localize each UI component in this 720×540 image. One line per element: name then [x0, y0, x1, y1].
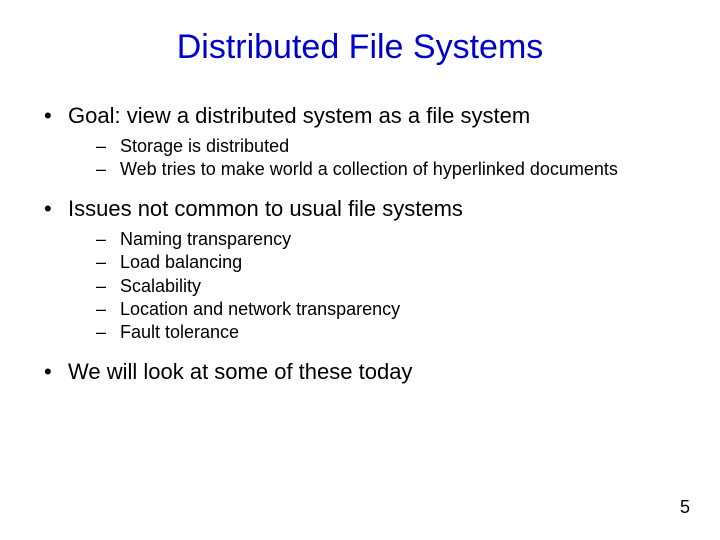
sub-bullet-item: Web tries to make world a collection of …: [96, 158, 690, 181]
sub-bullet-item: Storage is distributed: [96, 135, 690, 158]
bullet-item: Issues not common to usual file systems …: [38, 196, 690, 345]
sub-bullet-list: Naming transparency Load balancing Scala…: [68, 228, 690, 345]
sub-bullet-item: Scalability: [96, 275, 690, 298]
sub-bullet-item: Load balancing: [96, 251, 690, 274]
sub-bullet-item: Location and network transparency: [96, 298, 690, 321]
bullet-list: Goal: view a distributed system as a fil…: [30, 103, 690, 385]
sub-bullet-item: Fault tolerance: [96, 321, 690, 344]
bullet-text: We will look at some of these today: [68, 359, 412, 384]
bullet-item: We will look at some of these today: [38, 359, 690, 385]
bullet-text: Goal: view a distributed system as a fil…: [68, 103, 530, 128]
bullet-text: Issues not common to usual file systems: [68, 196, 463, 221]
slide-title: Distributed File Systems: [30, 28, 690, 67]
sub-bullet-list: Storage is distributed Web tries to make…: [68, 135, 690, 182]
sub-bullet-item: Naming transparency: [96, 228, 690, 251]
bullet-item: Goal: view a distributed system as a fil…: [38, 103, 690, 182]
page-number: 5: [680, 497, 690, 518]
